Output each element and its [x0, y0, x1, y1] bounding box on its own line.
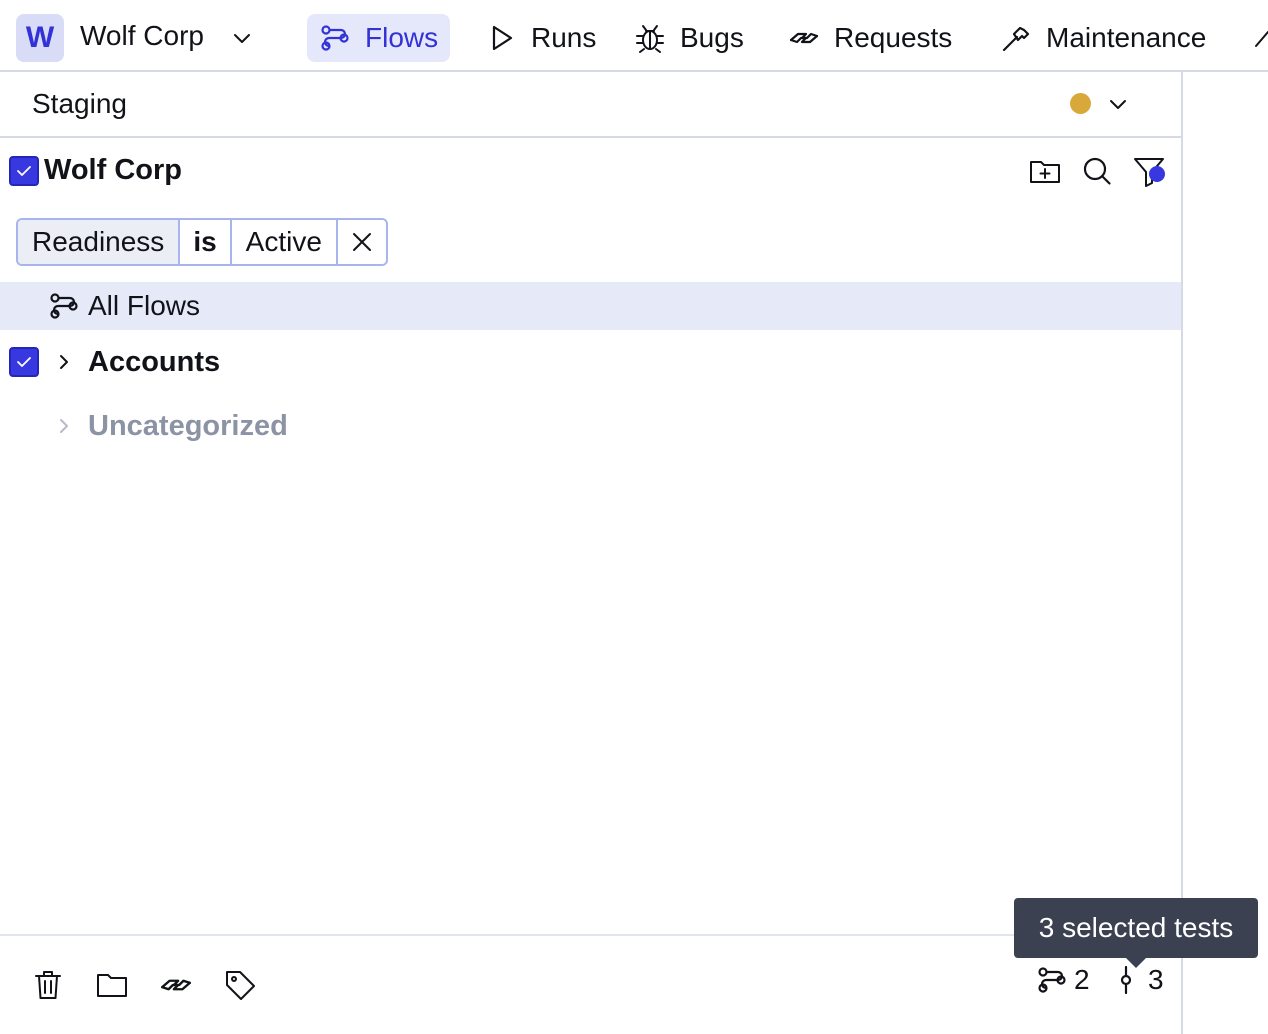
nav-tab-label: Runs	[531, 22, 597, 53]
tag-icon[interactable]	[223, 968, 257, 1002]
nav-tab-label: Requests	[834, 22, 953, 53]
tree-root-row[interactable]: Wolf Corp	[0, 140, 1181, 206]
search-icon[interactable]	[1080, 154, 1114, 188]
folder-icon[interactable]	[95, 968, 129, 1002]
tree-folder-uncategorized[interactable]: Uncategorized	[0, 396, 1181, 456]
chevron-down-icon[interactable]	[1106, 92, 1130, 116]
test-step-icon	[1120, 965, 1132, 995]
bulk-actions-bar: 2 3	[0, 934, 1181, 1034]
flows-icon	[321, 25, 349, 51]
check-icon	[17, 166, 31, 176]
all-flows-row[interactable]: All Flows	[0, 282, 1181, 330]
new-folder-icon[interactable]	[1028, 154, 1062, 188]
nav-tab-flows[interactable]: Flows	[307, 14, 451, 62]
hammer-icon	[1002, 26, 1030, 52]
nav-tab-label: Maintenance	[1046, 22, 1207, 53]
environment-name: Staging	[32, 88, 127, 119]
flows-panel: Staging Wolf Corp Readiness is Active Al…	[0, 72, 1183, 1034]
workspace-avatar[interactable]: W	[16, 14, 64, 62]
chevron-right-icon[interactable]	[54, 416, 74, 436]
tree-folder-accounts[interactable]: Accounts	[0, 332, 1181, 392]
nav-tab-requests[interactable]: Requests	[776, 14, 964, 62]
trash-icon[interactable]	[31, 968, 65, 1002]
root-folder-name: Wolf Corp	[44, 154, 182, 186]
folder-checkbox[interactable]	[9, 347, 39, 377]
bug-icon	[636, 25, 664, 53]
folder-label: Uncategorized	[88, 410, 288, 442]
nav-tab-maintenance[interactable]: Maintenance	[988, 14, 1218, 62]
play-icon	[492, 25, 513, 51]
all-flows-label: All Flows	[88, 290, 201, 321]
folder-label: Accounts	[88, 346, 221, 378]
environment-status-dot	[1070, 93, 1091, 114]
nav-tab-bugs[interactable]: Bugs	[622, 14, 756, 62]
selected-flows-count: 2	[1036, 964, 1090, 996]
workspace-name[interactable]: Wolf Corp	[80, 20, 204, 52]
filter-remove-button[interactable]	[337, 220, 386, 264]
chevron-right-icon[interactable]	[54, 352, 74, 372]
filter-operator[interactable]: is	[180, 220, 232, 264]
handshake-icon[interactable]	[159, 968, 193, 1002]
check-icon	[17, 357, 31, 367]
selected-tests-count[interactable]: 3	[1110, 964, 1164, 996]
nav-tab-runs[interactable]: Runs	[473, 14, 608, 62]
flows-icon	[50, 293, 78, 319]
chevron-down-icon[interactable]	[230, 26, 254, 50]
environment-selector[interactable]: Staging	[0, 72, 1181, 138]
handshake-icon	[789, 32, 819, 44]
top-navigation: W Wolf Corp Flows Runs Bugs Requests Mai…	[0, 0, 1268, 72]
nav-tab-label: Flows	[365, 22, 439, 53]
filter-value[interactable]: Active	[231, 220, 338, 264]
filter-field[interactable]: Readiness	[18, 220, 181, 264]
filter-chip[interactable]: Readiness is Active	[16, 218, 388, 266]
filter-active-indicator	[1149, 166, 1165, 182]
nav-tab-label: Bugs	[680, 22, 744, 53]
flows-icon	[1038, 967, 1066, 993]
close-icon	[352, 233, 371, 251]
overflow-arrow-icon[interactable]	[1250, 24, 1268, 52]
flows-count-value: 2	[1074, 964, 1090, 995]
root-checkbox[interactable]	[9, 156, 39, 186]
tests-count-value: 3	[1148, 964, 1164, 995]
selected-tests-tooltip: 3 selected tests	[1014, 898, 1258, 968]
